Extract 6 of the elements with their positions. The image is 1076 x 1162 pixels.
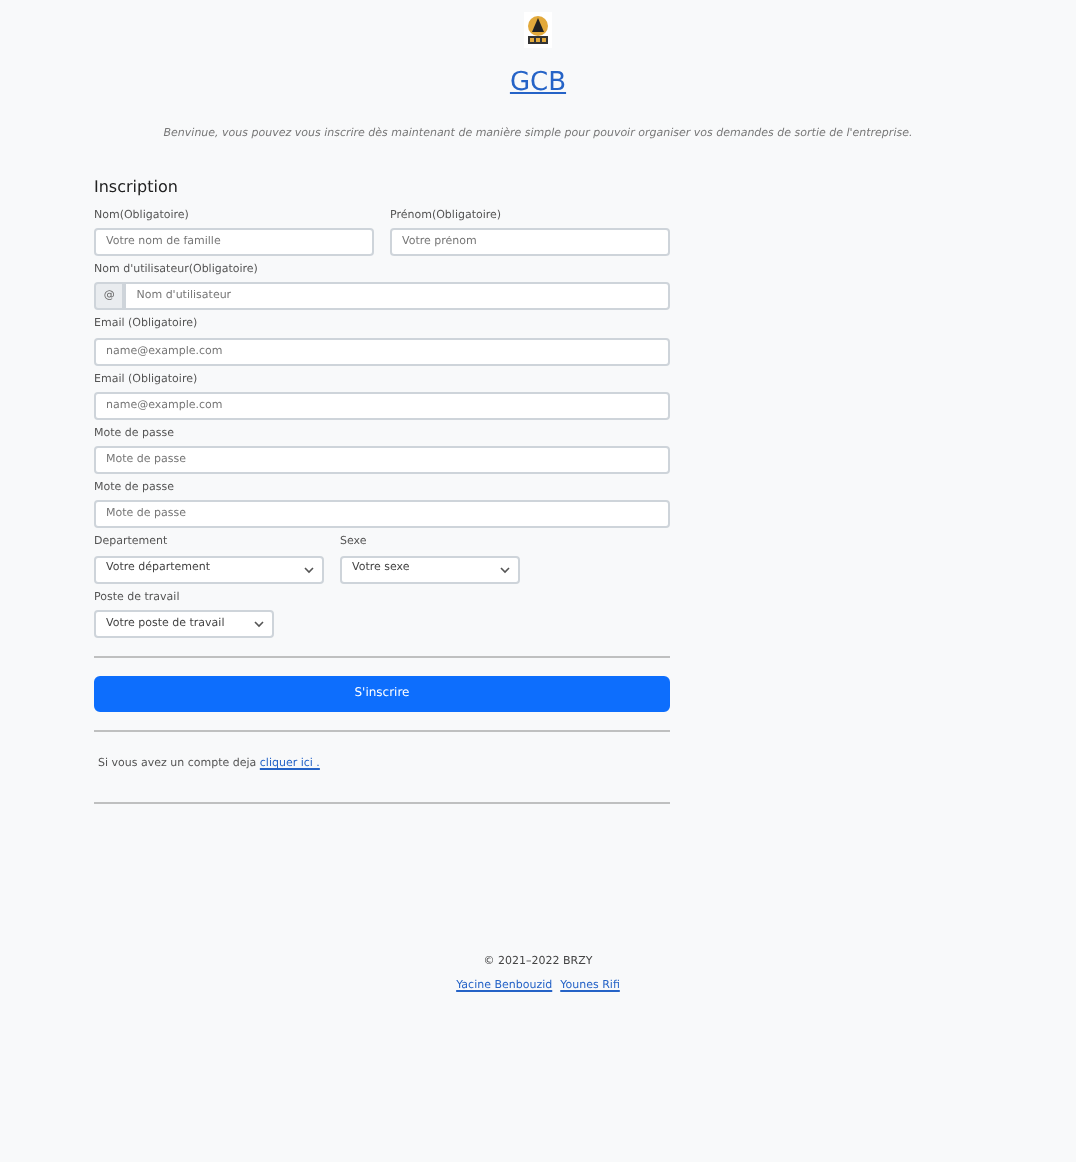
form-heading: Inscription [94,175,180,200]
brand-title-link[interactable]: GCB [509,64,567,103]
caret-icon [304,565,314,573]
logo-icon [524,12,552,48]
caret-icon [500,565,510,573]
caret-icon [254,619,264,628]
